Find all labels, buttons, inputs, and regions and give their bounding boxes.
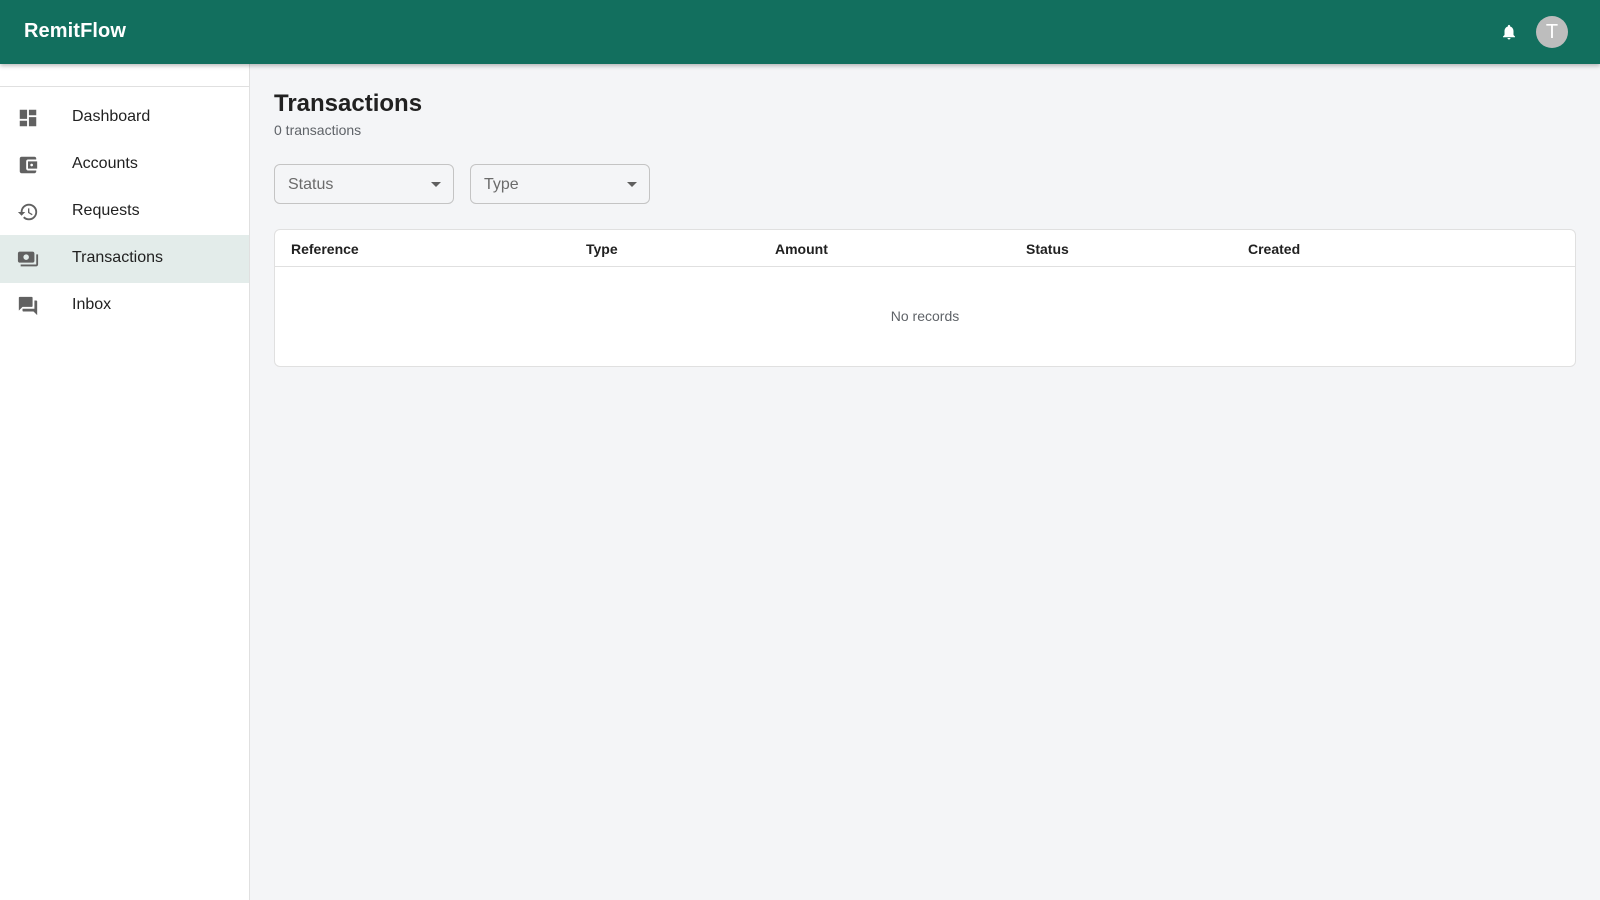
app-bar: RemitFlow T: [0, 0, 1600, 64]
sidebar-item-transactions[interactable]: Transactions: [0, 235, 249, 283]
bell-icon[interactable]: [1497, 20, 1521, 44]
sidebar-item-label: Accounts: [72, 155, 138, 172]
column-header-reference[interactable]: Reference: [291, 241, 359, 257]
column-header-status[interactable]: Status: [1026, 241, 1069, 257]
history-icon: [16, 200, 40, 224]
dropdown-arrow-icon: [431, 182, 441, 187]
page-title: Transactions: [274, 90, 423, 117]
sidebar-item-accounts[interactable]: Accounts: [0, 141, 249, 189]
sidebar-item-inbox[interactable]: Inbox: [0, 282, 249, 330]
transaction-count: 0 transactions: [274, 122, 362, 138]
sidebar-item-requests[interactable]: Requests: [0, 188, 249, 236]
sidebar-item-label: Requests: [72, 202, 140, 219]
type-filter-select[interactable]: Type: [470, 164, 650, 204]
sidebar-item-dashboard[interactable]: Dashboard: [0, 94, 249, 142]
sidebar-item-label: Transactions: [72, 249, 163, 266]
dashboard-icon: [16, 106, 40, 130]
forum-icon: [16, 294, 40, 318]
sidebar-item-label: Dashboard: [72, 108, 151, 125]
sidebar-item-label: Inbox: [72, 296, 112, 313]
type-filter-label: Type: [484, 176, 519, 193]
column-header-type[interactable]: Type: [586, 241, 618, 257]
column-header-created[interactable]: Created: [1248, 241, 1300, 257]
avatar[interactable]: T: [1536, 16, 1568, 48]
dropdown-arrow-icon: [627, 182, 637, 187]
column-header-amount[interactable]: Amount: [775, 241, 828, 257]
transactions-table: Reference Type Amount Status Created No …: [274, 229, 1576, 367]
app-brand[interactable]: RemitFlow: [24, 20, 126, 43]
sidebar: Dashboard Accounts Requests Transactions…: [0, 64, 250, 900]
payments-icon: [16, 247, 40, 271]
empty-state-text: No records: [890, 308, 960, 324]
sidebar-divider: [0, 86, 249, 87]
table-header: Reference Type Amount Status Created: [275, 230, 1575, 267]
wallet-icon: [16, 153, 40, 177]
status-filter-select[interactable]: Status: [274, 164, 454, 204]
status-filter-label: Status: [288, 176, 334, 193]
main-content: Transactions 0 transactions Status Type …: [250, 64, 1600, 900]
